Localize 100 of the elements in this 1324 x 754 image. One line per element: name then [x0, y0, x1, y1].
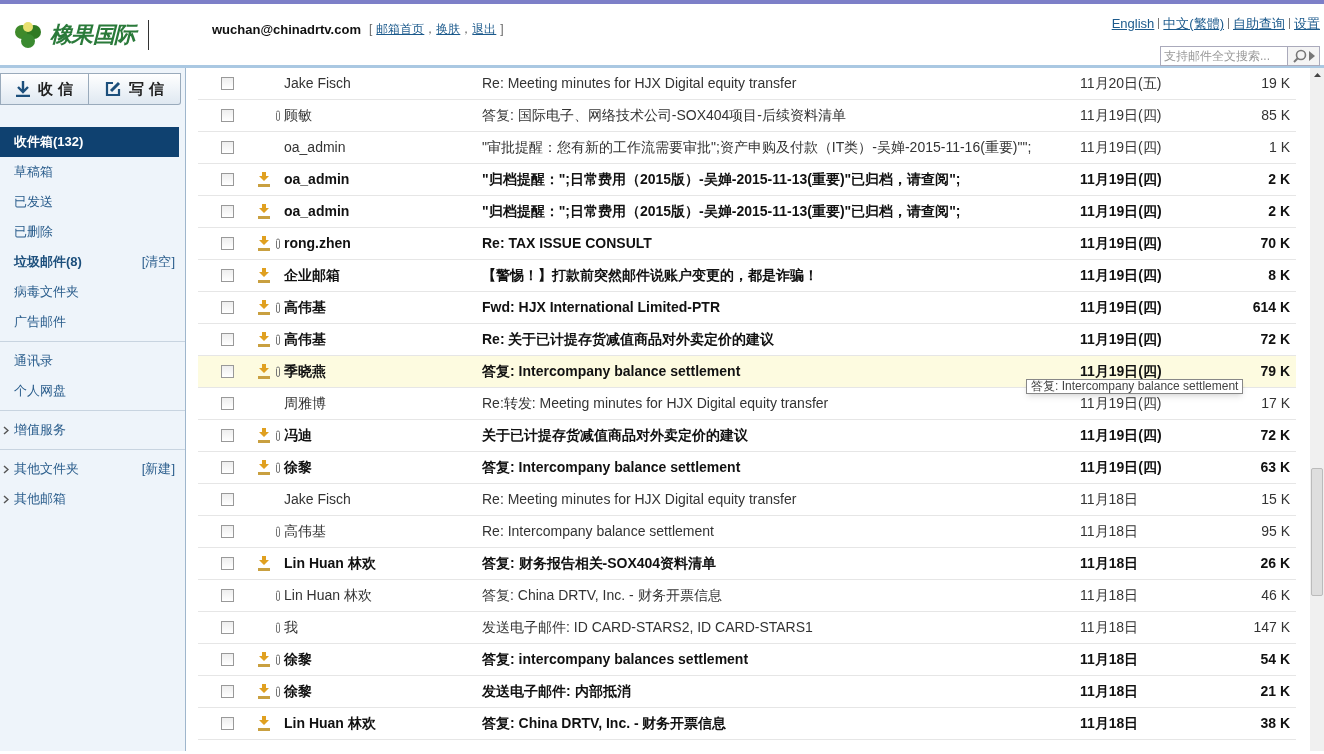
pop-mail-icon — [257, 683, 271, 700]
pop-mail-icon — [257, 203, 271, 220]
search-field[interactable]: 支持邮件全文搜索... — [1160, 45, 1288, 66]
checkbox[interactable] — [220, 621, 234, 634]
up-arrow-icon — [1313, 73, 1321, 77]
top-link[interactable]: 中文(繁體) — [1163, 14, 1224, 34]
date-text: 11月19日(四) — [1080, 106, 1163, 125]
date-text: 11月18日 — [1080, 490, 1140, 509]
folder-item[interactable]: 病毒文件夹 — [14, 282, 79, 302]
sender-name: Lin Huan 林欢 — [284, 554, 377, 573]
size-text: 614 K — [1251, 298, 1291, 317]
size-text: 72 K — [1259, 426, 1291, 445]
compose-button[interactable]: 写 信 — [89, 73, 181, 105]
folder-item[interactable]: 个人网盘 — [14, 381, 66, 401]
checkbox[interactable] — [220, 717, 234, 730]
checkbox[interactable] — [220, 109, 234, 122]
folder-action-link[interactable]: [新建] — [141, 459, 175, 479]
sender-name: 高伟基 — [284, 298, 327, 317]
checkbox[interactable] — [220, 397, 234, 410]
date-text: 11月19日(四) — [1080, 362, 1163, 381]
checkbox[interactable] — [220, 493, 234, 506]
receive-button[interactable]: 收 信 — [0, 73, 89, 105]
checkbox[interactable] — [220, 557, 234, 570]
paperclip-icon — [275, 589, 281, 602]
checkbox[interactable] — [220, 269, 234, 282]
checkbox[interactable] — [220, 685, 234, 698]
size-text: 72 K — [1259, 330, 1291, 349]
sender-name: oa_admin — [284, 170, 351, 189]
folder-item[interactable]: 其他文件夹 — [14, 459, 79, 479]
size-text: 70 K — [1259, 234, 1291, 253]
paperclip-icon — [275, 525, 281, 538]
paperclip-icon — [275, 653, 281, 666]
size-text: 17 K — [1260, 394, 1291, 413]
folder-item[interactable]: 增值服务 — [14, 420, 66, 440]
scrollbar[interactable] — [1310, 68, 1324, 751]
folder-action-link[interactable]: [清空] — [141, 252, 175, 272]
search-button[interactable] — [1288, 45, 1320, 66]
search-icon — [1292, 48, 1307, 63]
checkbox[interactable] — [220, 365, 234, 378]
top-link[interactable]: 自助查询 — [1233, 14, 1285, 34]
paperclip-icon — [275, 685, 281, 698]
checkbox[interactable] — [220, 205, 234, 218]
folder-item[interactable]: 草稿箱 — [14, 162, 53, 182]
size-text: 54 K — [1259, 650, 1291, 669]
checkbox[interactable] — [220, 653, 234, 666]
checkbox[interactable] — [220, 237, 234, 250]
date-text: 11月18日 — [1080, 586, 1140, 605]
folder-item[interactable]: 其他邮箱 — [14, 489, 66, 509]
subject-text: 答复: intercompany balances settlement — [482, 650, 750, 669]
checkbox[interactable] — [220, 141, 234, 154]
folder-item[interactable]: 垃圾邮件(8) — [14, 252, 82, 272]
sender-name: 顾敏 — [284, 106, 313, 125]
date-text: 11月19日(四) — [1080, 234, 1163, 253]
subject-text: 发送电子邮件: 内部抵消 — [482, 682, 632, 701]
size-text: 38 K — [1259, 714, 1291, 733]
edit-icon — [105, 81, 122, 97]
tooltip: 答复: Intercompany balance settlement — [1026, 379, 1244, 394]
checkbox[interactable] — [220, 333, 234, 346]
sender-name: Lin Huan 林欢 — [284, 586, 373, 605]
size-text: 46 K — [1260, 586, 1291, 605]
checkbox[interactable] — [220, 461, 234, 474]
subject-text: 答复: 财务报告相关-SOX404资料清单 — [482, 554, 718, 573]
subject-text: Re:转发: Meeting minutes for HJX Digital equity transfer — [482, 394, 830, 413]
account-email: wuchan@chinadrtv.com — [212, 21, 361, 39]
paperclip-icon — [275, 621, 281, 634]
checkbox[interactable] — [220, 301, 234, 314]
sender-name: 徐黎 — [284, 682, 313, 701]
date-text: 11月18日 — [1080, 522, 1140, 541]
pop-mail-icon — [257, 235, 271, 252]
folder-item[interactable]: 通讯录 — [14, 351, 53, 371]
folder-item[interactable]: 已删除 — [14, 222, 53, 242]
date-text: 11月19日(四) — [1080, 202, 1163, 221]
bracket-text: ， — [460, 22, 473, 36]
paperclip-icon — [275, 109, 281, 122]
account-link[interactable]: 退出 — [472, 22, 497, 36]
sender-name: oa_admin — [284, 202, 351, 221]
top-link[interactable]: 设置 — [1294, 14, 1320, 34]
checkbox[interactable] — [220, 173, 234, 186]
size-text: 2 K — [1267, 170, 1291, 189]
subject-text: "审批提醒：您有新的工作流需要审批";资产申购及付款（IT类）-吴婵-2015-11-16(重要)""; — [482, 138, 1033, 157]
scroll-thumb[interactable] — [1311, 468, 1323, 596]
pop-mail-icon — [257, 363, 271, 380]
checkbox[interactable] — [220, 525, 234, 538]
size-text: 95 K — [1260, 522, 1291, 541]
arrow-icon — [1308, 50, 1315, 61]
pop-mail-icon — [257, 651, 271, 668]
account-link[interactable]: 换肤 — [436, 22, 461, 36]
folder-item[interactable]: 广告邮件 — [14, 312, 66, 332]
date-text: 11月19日(四) — [1080, 170, 1163, 189]
account-link[interactable]: 邮箱首页 — [376, 22, 425, 36]
size-text: 2 K — [1267, 202, 1291, 221]
pop-mail-icon — [257, 267, 271, 284]
checkbox[interactable] — [220, 429, 234, 442]
folder-item[interactable]: 已发送 — [14, 192, 53, 212]
pop-mail-icon — [257, 427, 271, 444]
sender-name: 冯迪 — [284, 426, 313, 445]
checkbox[interactable] — [220, 77, 234, 90]
top-link[interactable]: English — [1111, 14, 1155, 34]
sender-name: oa_admin — [284, 138, 347, 157]
checkbox[interactable] — [220, 589, 234, 602]
